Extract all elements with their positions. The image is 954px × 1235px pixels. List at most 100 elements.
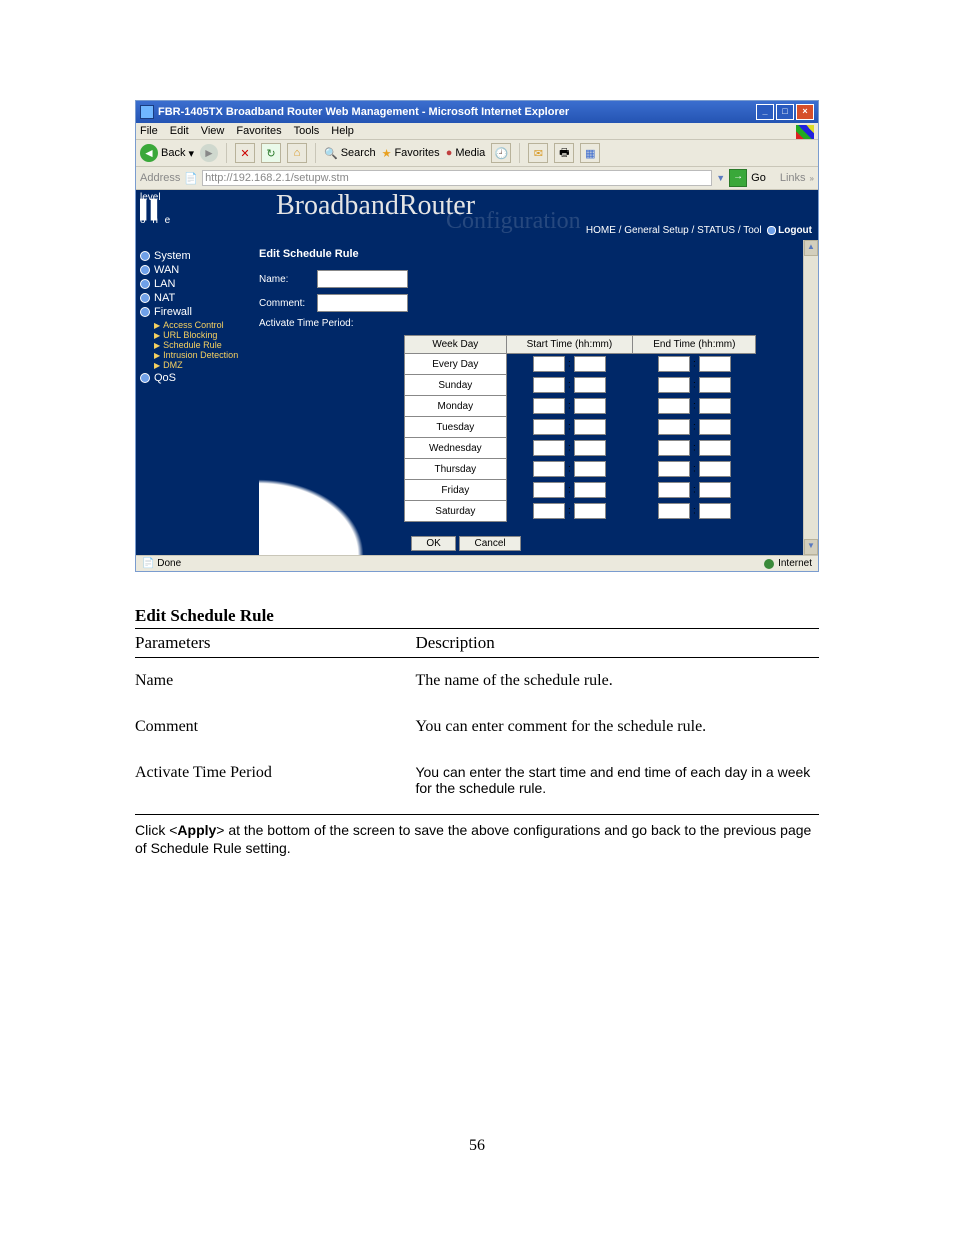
name-input[interactable]	[317, 270, 408, 288]
content-area: Edit Schedule Rule Name: Comment: Activa…	[259, 240, 818, 555]
address-dropdown-icon[interactable]: ▼	[716, 173, 725, 183]
start-time-cell: :	[506, 438, 633, 459]
logout-bullet-icon	[767, 226, 776, 235]
end-hh-input[interactable]	[658, 461, 690, 477]
sidebar-item-qos[interactable]: QoS	[140, 372, 255, 384]
history-button[interactable]: 🕘	[491, 143, 511, 163]
go-button[interactable]: →	[729, 169, 747, 187]
start-mm-input[interactable]	[574, 461, 606, 477]
links-expand-icon[interactable]: »	[810, 174, 814, 183]
scroll-down-icon[interactable]: ▼	[804, 539, 818, 555]
end-mm-input[interactable]	[699, 398, 731, 414]
start-mm-input[interactable]	[574, 356, 606, 372]
nav-general[interactable]: General Setup	[624, 225, 689, 236]
home-button[interactable]: ⌂	[287, 143, 307, 163]
logo-one: o n e	[140, 215, 172, 226]
start-mm-input[interactable]	[574, 419, 606, 435]
sidebar-sub-intrusion-detection[interactable]: ▶Intrusion Detection	[154, 350, 255, 360]
menu-edit[interactable]: Edit	[170, 125, 189, 137]
start-mm-input[interactable]	[574, 440, 606, 456]
stop-button[interactable]: ✕	[235, 143, 255, 163]
end-hh-input[interactable]	[658, 503, 690, 519]
day-cell: Tuesday	[405, 417, 507, 438]
nav-status[interactable]: STATUS	[697, 225, 735, 236]
document-text: Edit Schedule Rule Parameters Descriptio…	[135, 606, 819, 857]
ok-button[interactable]: OK	[411, 536, 455, 551]
end-mm-input[interactable]	[699, 377, 731, 393]
start-hh-input[interactable]	[533, 440, 565, 456]
close-button[interactable]: ×	[796, 104, 814, 120]
doc-th-params: Parameters	[135, 629, 415, 658]
end-mm-input[interactable]	[699, 482, 731, 498]
status-text: 📄 Done	[142, 558, 181, 569]
start-hh-input[interactable]	[533, 461, 565, 477]
start-hh-input[interactable]	[533, 356, 565, 372]
links-label[interactable]: Links	[780, 172, 806, 184]
end-mm-input[interactable]	[699, 419, 731, 435]
menu-tools[interactable]: Tools	[294, 125, 320, 137]
ie-icon	[140, 105, 154, 119]
start-mm-input[interactable]	[574, 482, 606, 498]
separator	[226, 143, 227, 163]
menu-help[interactable]: Help	[331, 125, 354, 137]
sidebar-sub-schedule-rule[interactable]: ▶Schedule Rule	[154, 340, 255, 350]
scroll-track[interactable]	[804, 256, 818, 539]
start-hh-input[interactable]	[533, 482, 565, 498]
end-hh-input[interactable]	[658, 398, 690, 414]
end-hh-input[interactable]	[658, 356, 690, 372]
comment-input[interactable]	[317, 294, 408, 312]
address-input[interactable]	[202, 170, 712, 186]
router-body: System WAN LAN NAT Firewall ▶Access Cont…	[136, 240, 818, 555]
forward-button[interactable]: ►	[200, 144, 218, 162]
scroll-up-icon[interactable]: ▲	[804, 240, 818, 256]
start-mm-input[interactable]	[574, 398, 606, 414]
mail-button[interactable]: ✉	[528, 143, 548, 163]
doc-desc: You can enter comment for the schedule r…	[415, 704, 819, 750]
menu-file[interactable]: File	[140, 125, 158, 137]
end-hh-input[interactable]	[658, 419, 690, 435]
nav-home[interactable]: HOME	[586, 225, 616, 236]
start-mm-input[interactable]	[574, 503, 606, 519]
end-mm-input[interactable]	[699, 503, 731, 519]
vertical-scrollbar[interactable]: ▲ ▼	[803, 240, 818, 555]
start-hh-input[interactable]	[533, 377, 565, 393]
cancel-button[interactable]: Cancel	[459, 536, 520, 551]
end-time-cell: :	[633, 375, 756, 396]
end-hh-input[interactable]	[658, 482, 690, 498]
end-mm-input[interactable]	[699, 356, 731, 372]
favorites-button[interactable]: ★ Favorites	[382, 147, 440, 160]
doc-th-desc: Description	[415, 629, 819, 658]
edit-button[interactable]: ▦	[580, 143, 600, 163]
favorites-label: Favorites	[394, 147, 439, 159]
separator	[315, 143, 316, 163]
end-mm-input[interactable]	[699, 440, 731, 456]
start-hh-input[interactable]	[533, 398, 565, 414]
minimize-button[interactable]: _	[756, 104, 774, 120]
menu-view[interactable]: View	[201, 125, 225, 137]
form-heading: Edit Schedule Rule	[114, 248, 818, 260]
end-hh-input[interactable]	[658, 377, 690, 393]
doc-param: Name	[135, 658, 415, 705]
maximize-button[interactable]: □	[776, 104, 794, 120]
back-button[interactable]: ◄Back ▾	[140, 144, 194, 162]
nav-tool[interactable]: Tool	[743, 225, 761, 236]
start-hh-input[interactable]	[533, 419, 565, 435]
menu-bar: File Edit View Favorites Tools Help	[136, 123, 818, 140]
sidebar-sub-dmz[interactable]: ▶DMZ	[154, 360, 255, 370]
start-hh-input[interactable]	[533, 503, 565, 519]
print-button[interactable]: 🖶	[554, 143, 574, 163]
doc-heading: Edit Schedule Rule	[135, 606, 819, 626]
start-time-cell: :	[506, 396, 633, 417]
media-button[interactable]: ● Media	[446, 147, 486, 159]
end-mm-input[interactable]	[699, 461, 731, 477]
nav-logout[interactable]: Logout	[778, 225, 812, 236]
sidebar-sub-url-blocking[interactable]: ▶URL Blocking	[154, 330, 255, 340]
end-hh-input[interactable]	[658, 440, 690, 456]
doc-param: Comment	[135, 704, 415, 750]
refresh-button[interactable]: ↻	[261, 143, 281, 163]
menu-favorites[interactable]: Favorites	[236, 125, 281, 137]
start-mm-input[interactable]	[574, 377, 606, 393]
end-time-cell: :	[633, 438, 756, 459]
start-time-cell: :	[506, 354, 633, 375]
search-button[interactable]: 🔍 Search	[324, 147, 376, 160]
